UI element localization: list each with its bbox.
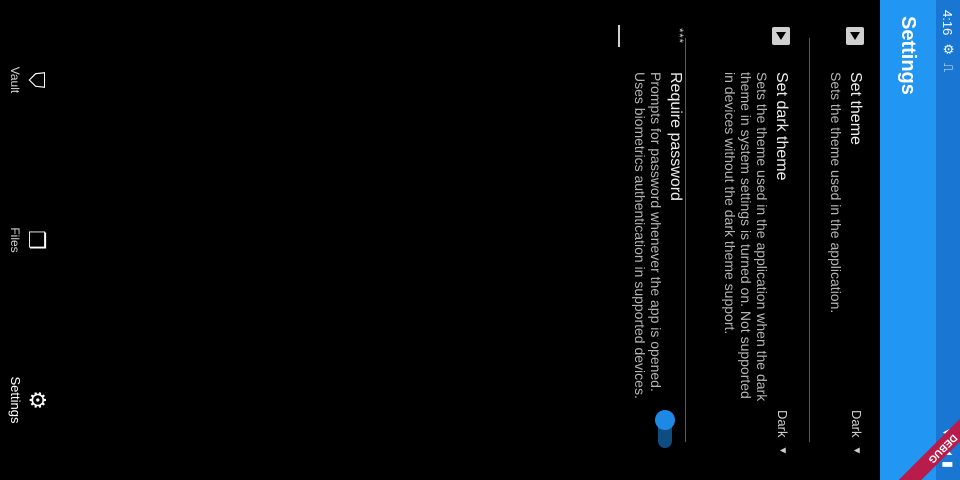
app-bar: Settings xyxy=(880,0,936,480)
nav-item-settings[interactable]: ⚙ Settings xyxy=(0,320,56,480)
dropdown-value: Dark xyxy=(775,410,790,438)
caret-down-icon: ▼ xyxy=(777,445,788,456)
files-icon: ❐ xyxy=(24,230,50,250)
password-icon: *** xyxy=(618,25,685,47)
nav-item-vault[interactable]: ⛉ Vault xyxy=(0,0,56,160)
gear-icon: ⚙ xyxy=(941,43,956,55)
shield-icon: ⛉ xyxy=(24,71,50,89)
setting-require-password[interactable]: *** Require password Prompts for passwor… xyxy=(618,0,700,480)
dropdown-value: Dark xyxy=(849,410,864,438)
nav-label: Settings xyxy=(8,376,23,424)
setting-title: Require password xyxy=(667,72,684,201)
a-icon: ⎍ xyxy=(941,62,956,73)
require-password-toggle[interactable] xyxy=(652,410,676,450)
phone-screen: 4:16 ⚙ ⎍ ▼ ◢ ▮ Settings DEBUG Set theme … xyxy=(0,0,960,480)
dark-theme-dropdown[interactable]: Dark ▼ xyxy=(775,410,790,455)
status-time: 4:16 xyxy=(940,10,956,36)
gear-icon: ⚙ xyxy=(25,390,50,410)
image-icon xyxy=(846,27,864,45)
image-icon xyxy=(772,27,790,45)
setting-title: Set theme xyxy=(847,72,864,145)
bottom-navigation: ⛉ Vault ❐ Files ⚙ Settings xyxy=(0,0,56,480)
setting-set-theme[interactable]: Set theme Sets the theme used in the app… xyxy=(814,0,880,480)
battery-icon: ▮ xyxy=(941,460,956,468)
page-title: Settings xyxy=(897,16,920,95)
setting-set-dark-theme[interactable]: Set dark theme Sets the theme used in th… xyxy=(708,0,806,480)
settings-list: Set theme Sets the theme used in the app… xyxy=(618,0,880,480)
nav-item-files[interactable]: ❐ Files xyxy=(0,160,56,320)
divider xyxy=(809,38,810,442)
caret-down-icon: ▼ xyxy=(851,445,862,456)
nav-label: Vault xyxy=(8,66,23,94)
toggle-thumb xyxy=(655,410,675,430)
nav-label: Files xyxy=(8,227,23,253)
setting-subtitle: Sets the theme used in the application. xyxy=(828,72,844,314)
setting-subtitle: Sets the theme used in the application w… xyxy=(722,72,770,402)
status-bar: 4:16 ⚙ ⎍ ▼ ◢ ▮ xyxy=(936,0,960,480)
setting-subtitle: Prompts for password whenever the app is… xyxy=(632,72,664,399)
setting-title: Set dark theme xyxy=(773,72,790,181)
theme-dropdown[interactable]: Dark ▼ xyxy=(849,410,864,455)
